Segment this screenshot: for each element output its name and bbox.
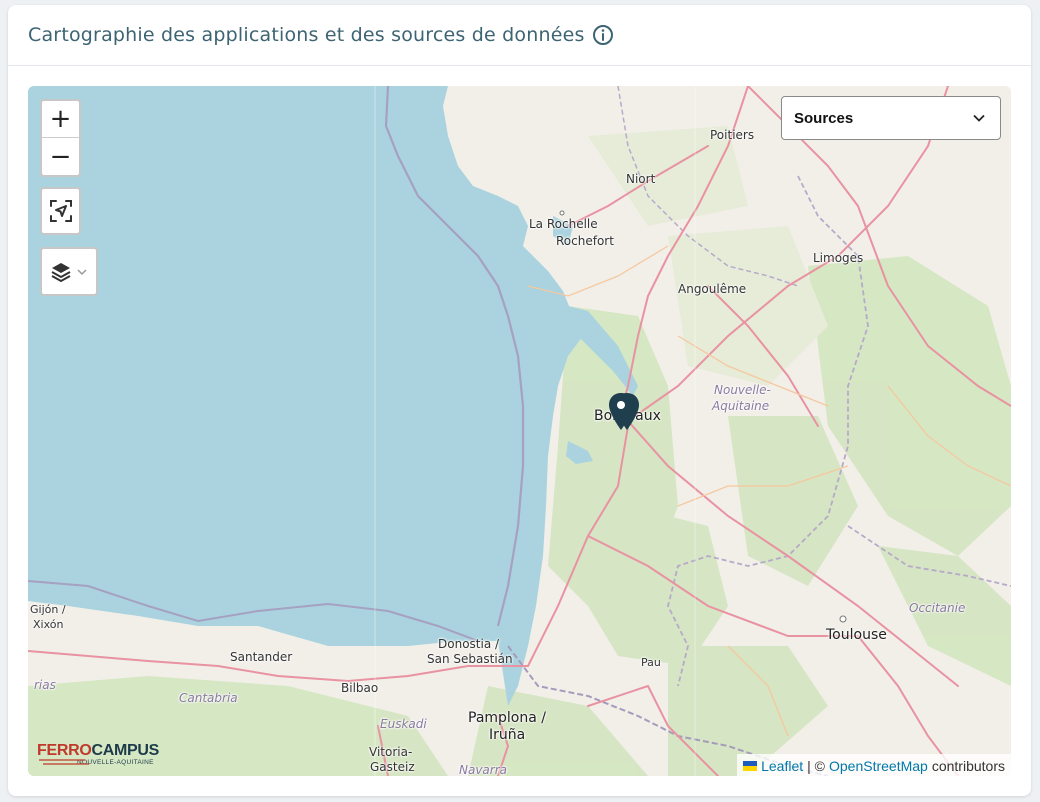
region-euskadi: Euskadi: [380, 717, 427, 731]
place-rochefort: Rochefort: [556, 234, 614, 248]
logo-subtitle: NOUVELLE-AQUITAINE: [77, 759, 154, 766]
place-vitoria-2: Gasteiz: [370, 760, 415, 774]
osm-link[interactable]: OpenStreetMap: [829, 758, 928, 774]
logo-rails-icon: [39, 759, 89, 765]
sources-select[interactable]: Sources: [781, 96, 1001, 140]
logo-part2: CAMPUS: [91, 742, 160, 759]
region-asturias: rias: [34, 678, 56, 692]
zoom-out-button[interactable]: −: [42, 138, 79, 175]
ukraine-flag-icon: [743, 761, 758, 771]
layers-button[interactable]: [40, 247, 98, 296]
map-attribution: Leaflet | © OpenStreetMap contributors: [737, 754, 1011, 776]
region-nouvelle-aquitaine-1: Nouvelle-: [714, 383, 771, 397]
place-bilbao: Bilbao: [341, 681, 379, 695]
locate-icon: [49, 200, 72, 222]
card-title: Cartographie des applications et des sou…: [28, 24, 585, 46]
place-niort: Niort: [626, 172, 656, 186]
place-poitiers: Poitiers: [710, 128, 755, 142]
place-pamplona-2: Iruña: [489, 727, 526, 743]
place-angouleme: Angoulême: [678, 282, 747, 296]
layers-icon: [51, 262, 71, 282]
place-gijon-1: Gijón /: [30, 603, 66, 616]
place-donostia-2: San Sebastián: [427, 652, 513, 666]
place-toulouse: Toulouse: [826, 627, 887, 643]
card-header: Cartographie des applications et des sou…: [8, 5, 1031, 66]
region-navarra: Navarra: [459, 763, 508, 776]
map-tiles[interactable]: [28, 86, 1011, 776]
region-cantabria: Cantabria: [179, 691, 238, 705]
locate-button[interactable]: [40, 187, 81, 235]
region-occitanie: Occitanie: [909, 601, 966, 615]
place-pamplona-1: Pamplona /: [468, 710, 546, 726]
place-limoges: Limoges: [813, 251, 864, 265]
place-donostia-1: Donostia /: [438, 637, 500, 651]
leaflet-link[interactable]: Leaflet: [761, 758, 803, 774]
attribution-suffix: contributors: [931, 758, 1005, 774]
zoom-control: + −: [40, 99, 81, 177]
info-icon[interactable]: [592, 24, 614, 46]
place-vitoria-1: Vitoria-: [369, 745, 413, 759]
attribution-separator: | ©: [807, 758, 825, 774]
region-nouvelle-aquitaine-2: Aquitaine: [712, 399, 770, 413]
chevron-down-icon: [77, 268, 87, 275]
map-marker-icon: [609, 393, 633, 430]
ferrocampus-logo: FERROCAMPUS NOUVELLE-AQUITAINE: [37, 742, 162, 770]
map-card: Cartographie des applications et des sou…: [8, 5, 1031, 796]
sources-select-value: Sources: [794, 109, 854, 127]
place-santander: Santander: [230, 650, 293, 664]
place-la-rochelle: La Rochelle: [529, 217, 598, 231]
chevron-down-icon: [973, 114, 985, 122]
logo-part1: FERRO: [37, 742, 92, 759]
place-gijon-2: Xixón: [33, 618, 64, 631]
place-pau: Pau: [641, 656, 661, 669]
zoom-in-button[interactable]: +: [42, 101, 79, 138]
map-marker[interactable]: [608, 392, 634, 436]
map-view[interactable]: Poitiers Niort La Rochelle Rochefort Lim…: [28, 86, 1011, 776]
